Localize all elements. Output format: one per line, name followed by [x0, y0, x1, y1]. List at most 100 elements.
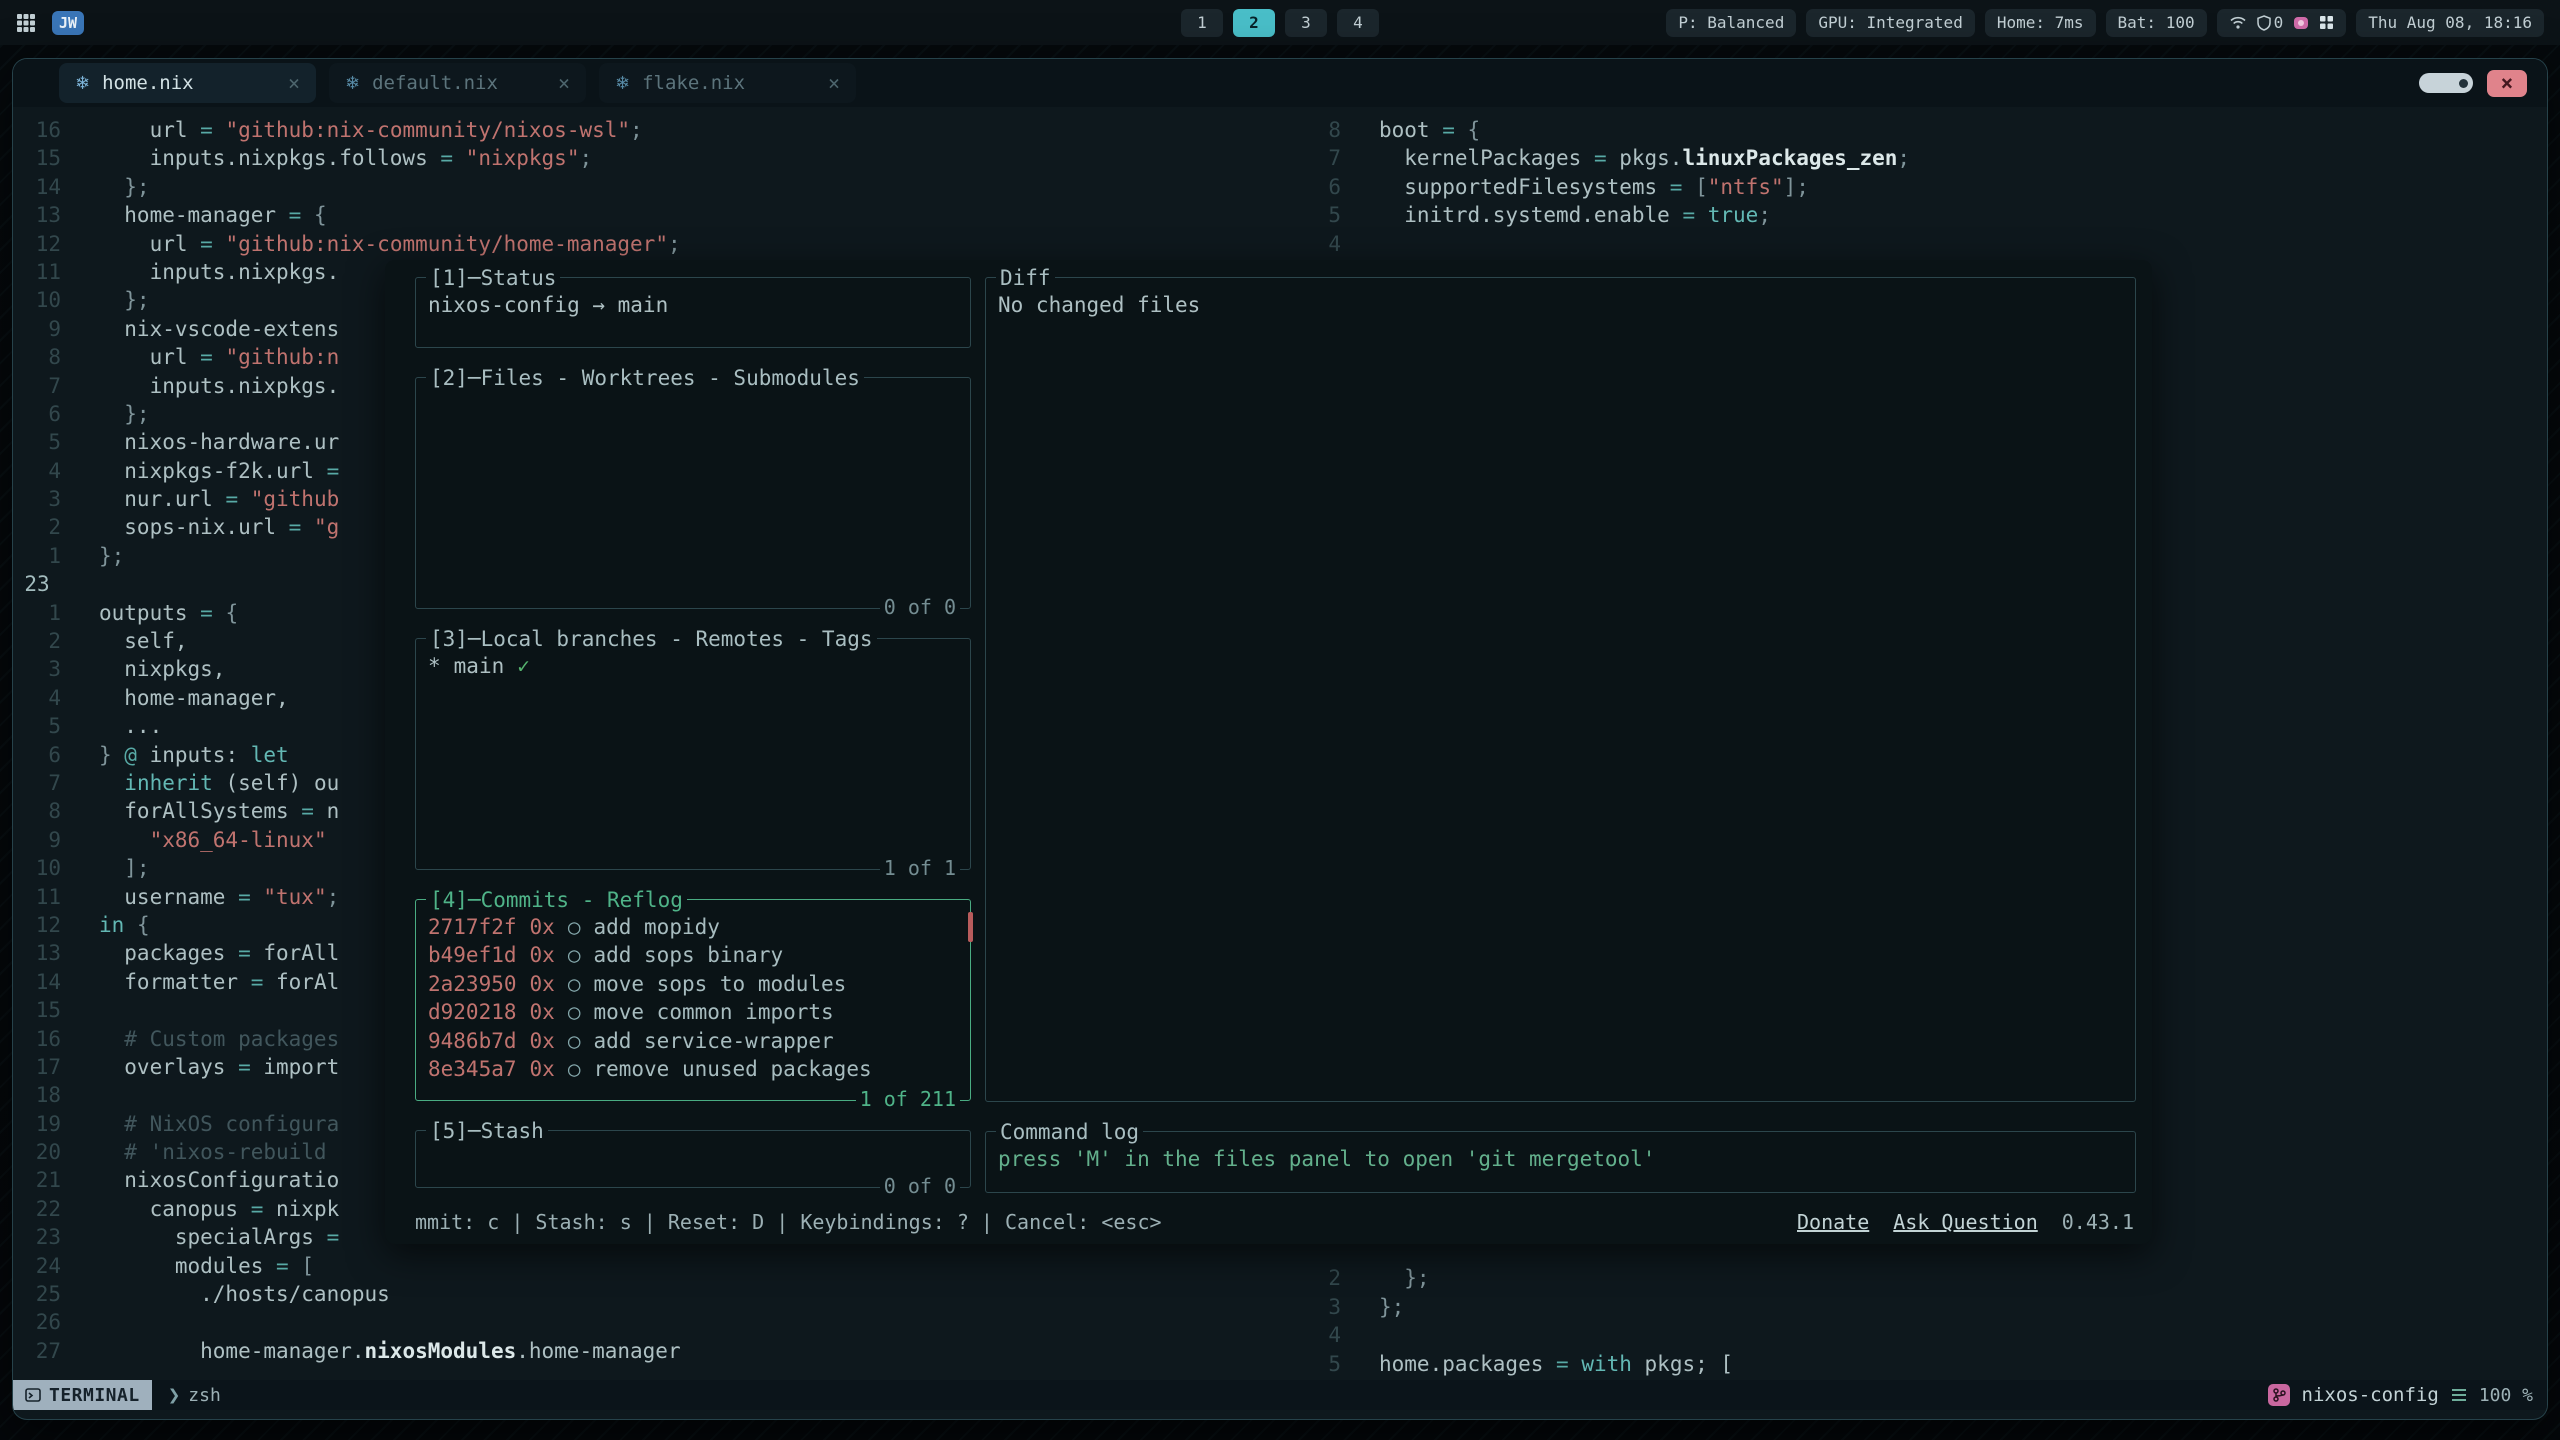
- line-number: 9: [13, 315, 61, 343]
- code-text: home-manager,: [99, 684, 289, 712]
- wifi-icon[interactable]: [2229, 15, 2247, 30]
- link-ask-question[interactable]: Ask Question: [1893, 1208, 2038, 1236]
- commit-hash: 2717f2f: [428, 913, 517, 941]
- panel-diff[interactable]: Diff No changed files: [985, 277, 2136, 1102]
- code-token: ./hosts/canopus: [99, 1282, 390, 1306]
- branch-name: main: [454, 652, 505, 680]
- commit-row[interactable]: 2a239500x○move sops to modules: [428, 970, 958, 998]
- tab-default.nix[interactable]: ❄default.nix×: [329, 63, 586, 103]
- code-text: };: [1379, 1293, 1404, 1321]
- line-number: 23: [13, 1223, 61, 1251]
- panel-status-title: [1]─Status: [426, 264, 560, 292]
- code-token: =: [1594, 146, 1619, 170]
- code-line: 3};: [1293, 1293, 2547, 1321]
- commit-row[interactable]: b49ef1d0x○add sops binary: [428, 941, 958, 969]
- code-text: home-manager = {: [99, 201, 327, 229]
- code-text: nixpkgs,: [99, 655, 225, 683]
- commits-scrollbar-thumb[interactable]: [968, 912, 973, 942]
- commit-author: 0x: [530, 913, 555, 941]
- panel-stash-title: [5]─Stash: [426, 1117, 548, 1145]
- panel-branches[interactable]: [3]─Local branches - Remotes - Tags * ma…: [415, 638, 971, 870]
- code-token: =: [200, 232, 225, 256]
- code-token: canopus: [99, 1197, 251, 1221]
- statusline-left: TERMINAL ❯ zsh: [13, 1380, 237, 1410]
- branch-row[interactable]: * main ✓: [428, 652, 958, 680]
- status-chip-2: Home: 7ms: [1985, 9, 2096, 37]
- line-number: 10: [13, 286, 61, 314]
- line-number: 5: [1293, 1350, 1341, 1378]
- close-icon[interactable]: ×: [558, 71, 570, 95]
- line-number: 16: [13, 116, 61, 144]
- code-line: 12 url = "github:nix-community/home-mana…: [13, 230, 1293, 258]
- line-number: 12: [13, 911, 61, 939]
- code-token: "github: [251, 487, 340, 511]
- commit-row[interactable]: 8e345a70x○remove unused packages: [428, 1055, 958, 1083]
- window-controls: ×: [2419, 70, 2527, 97]
- line-number: 6: [1293, 173, 1341, 201]
- panel-status[interactable]: [1]─Status nixos-config → main: [415, 277, 971, 348]
- line-number: 23: [13, 570, 61, 598]
- panel-stash[interactable]: [5]─Stash 0 of 0: [415, 1130, 971, 1188]
- user-badge[interactable]: JW: [52, 11, 84, 35]
- line-number: 1: [13, 599, 61, 627]
- commit-row[interactable]: 9486b7d0x○add service-wrapper: [428, 1027, 958, 1055]
- close-icon[interactable]: ×: [828, 71, 840, 95]
- line-number: 12: [13, 230, 61, 258]
- commit-graph-node: ○: [568, 998, 581, 1026]
- code-text: nix-vscode-extens: [99, 315, 339, 343]
- options-bar-right: DonateAsk Question 0.43.1: [1797, 1208, 2134, 1236]
- workspace-button-4[interactable]: 4: [1337, 9, 1379, 37]
- code-token: inputs.nixpkgs.follows: [99, 146, 440, 170]
- terminal-icon: [25, 1388, 41, 1402]
- workspace-button-2[interactable]: 2: [1233, 9, 1275, 37]
- code-token: username: [99, 885, 238, 909]
- window-close-button[interactable]: ×: [2487, 70, 2527, 97]
- panel-files[interactable]: [2]─Files - Worktrees - Submodules 0 of …: [415, 377, 971, 609]
- shield-count: 0: [2274, 13, 2284, 32]
- display-color-icon[interactable]: [2293, 15, 2309, 31]
- code-token: {: [124, 913, 149, 937]
- code-text: formatter = forAl: [99, 968, 339, 996]
- panel-command-log[interactable]: Command log press 'M' in the files panel…: [985, 1131, 2136, 1193]
- workspace-button-1[interactable]: 1: [1181, 9, 1223, 37]
- toggle-pill[interactable]: [2419, 73, 2473, 93]
- line-number: 6: [13, 400, 61, 428]
- code-token: =: [327, 1225, 340, 1249]
- code-token: "tux": [263, 885, 326, 909]
- code-token: [99, 828, 150, 852]
- line-number: 22: [13, 1195, 61, 1223]
- workspace-button-3[interactable]: 3: [1285, 9, 1327, 37]
- stash-count: 0 of 0: [880, 1172, 960, 1200]
- statusline: TERMINAL ❯ zsh nixos-confi: [13, 1380, 2547, 1410]
- code-token: =: [1442, 118, 1467, 142]
- panel-commits[interactable]: [4]─Commits - Reflog 2717f2f0x○add mopid…: [415, 899, 971, 1101]
- code-token: =: [1556, 1352, 1581, 1376]
- tab-home.nix[interactable]: ❄home.nix×: [59, 63, 316, 103]
- code-text: url = "github:nix-community/home-manager…: [99, 230, 681, 258]
- branches-count: 1 of 1: [880, 854, 960, 882]
- code-token: ;: [1897, 146, 1910, 170]
- clock[interactable]: Thu Aug 08, 18:16: [2356, 9, 2544, 37]
- commit-hash: 8e345a7: [428, 1055, 517, 1083]
- link-donate[interactable]: Donate: [1797, 1208, 1869, 1236]
- tab-flake.nix[interactable]: ❄flake.nix×: [599, 63, 856, 103]
- grid-icon[interactable]: [2319, 15, 2334, 30]
- code-text: kernelPackages = pkgs.linuxPackages_zen;: [1379, 144, 1910, 172]
- code-text: url = "github:n: [99, 343, 339, 371]
- shield-icon[interactable]: 0: [2257, 13, 2284, 32]
- line-number: 27: [13, 1337, 61, 1365]
- code-token: [: [1695, 175, 1708, 199]
- commit-author: 0x: [530, 941, 555, 969]
- commit-row[interactable]: 2717f2f0x○add mopidy: [428, 913, 958, 941]
- code-line: 15 inputs.nixpkgs.follows = "nixpkgs";: [13, 144, 1293, 172]
- close-icon[interactable]: ×: [288, 71, 300, 95]
- code-line: 25 ./hosts/canopus: [13, 1280, 1293, 1308]
- commit-row[interactable]: d9202180x○move common imports: [428, 998, 958, 1026]
- code-text: inherit (self) ou: [99, 769, 339, 797]
- code-token: nixpk: [276, 1197, 339, 1221]
- code-token: ;: [668, 232, 681, 256]
- line-number: 6: [13, 741, 61, 769]
- line-number: 15: [13, 144, 61, 172]
- code-token: =: [200, 345, 225, 369]
- apps-grid-icon[interactable]: [16, 13, 36, 33]
